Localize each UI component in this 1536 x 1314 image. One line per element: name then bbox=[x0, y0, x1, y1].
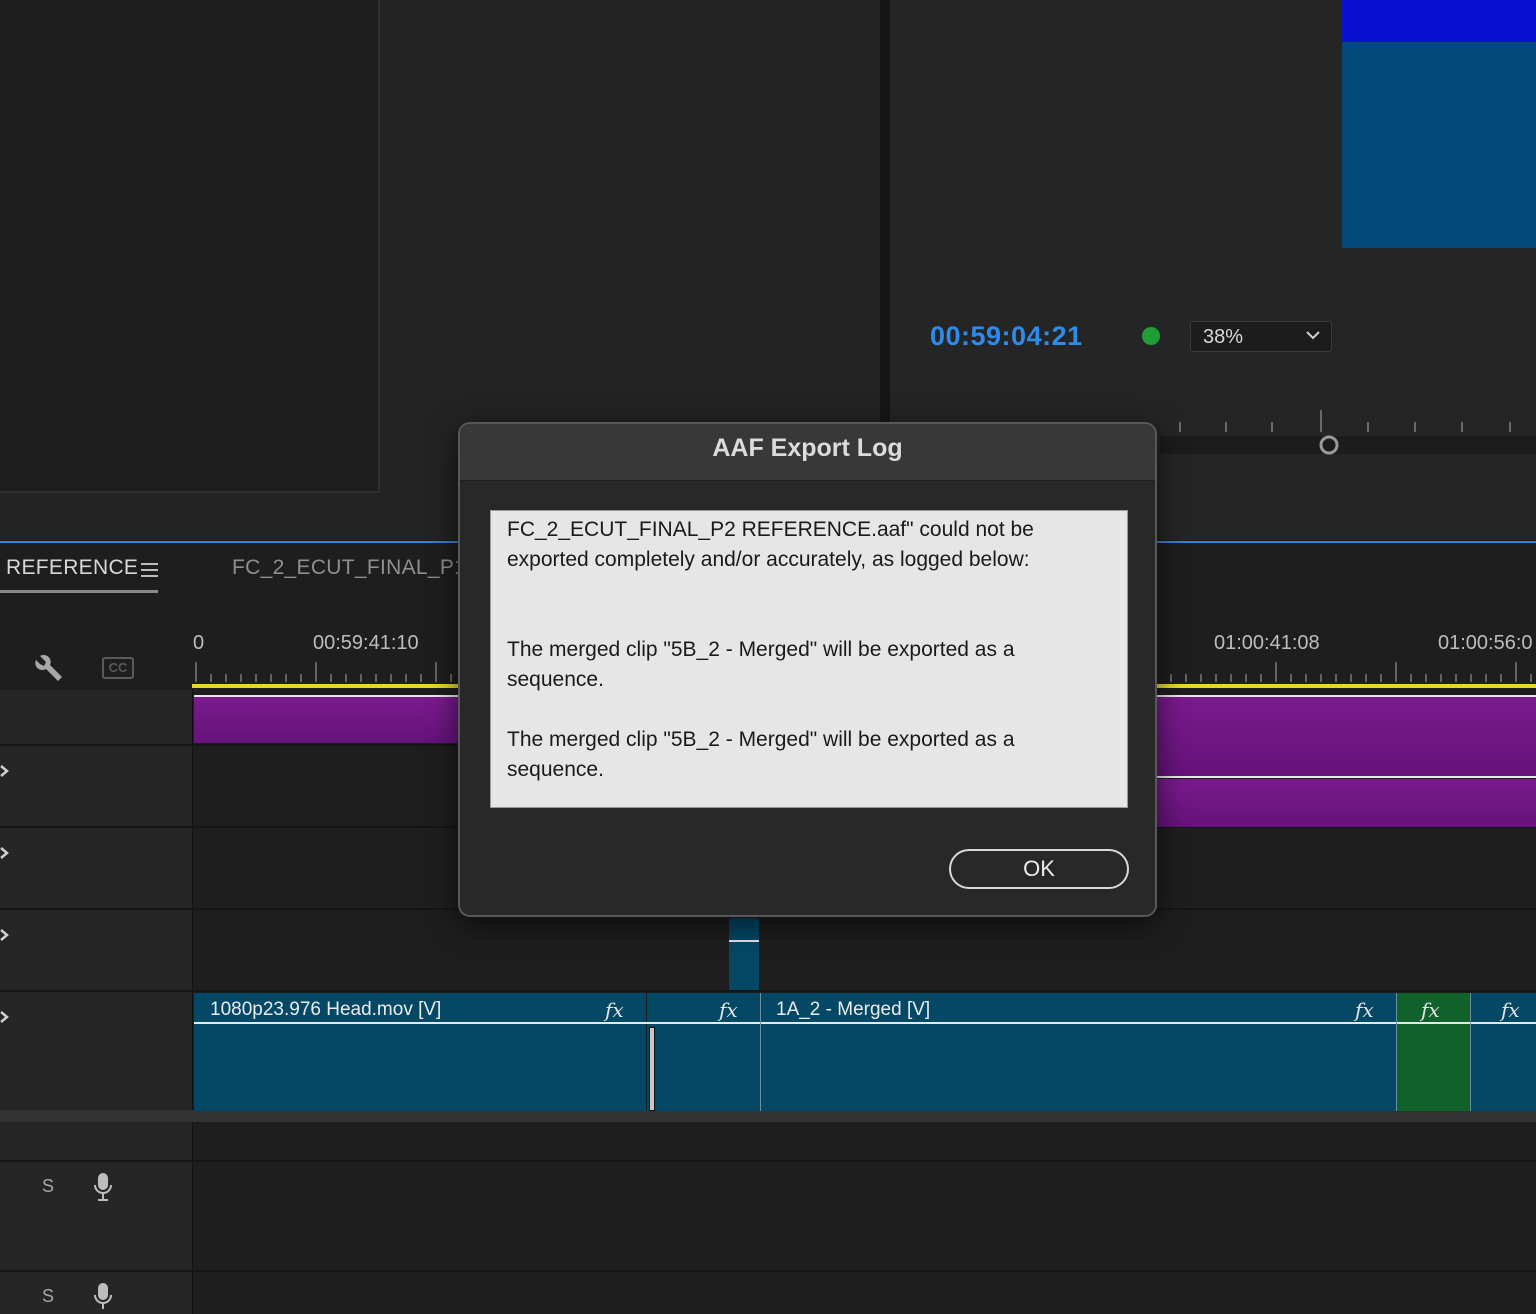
hamburger-menu-icon[interactable] bbox=[141, 562, 158, 578]
solo-track-button[interactable]: S bbox=[42, 1286, 54, 1307]
dialog-title: AAF Export Log bbox=[712, 434, 903, 462]
log-line: exported completely and/or accurately, a… bbox=[507, 548, 1030, 571]
log-line: FC_2_ECUT_FINAL_P2 REFERENCE.aaf" could … bbox=[507, 518, 1034, 541]
expand-arrow-icon[interactable] bbox=[0, 764, 10, 778]
edit-point-marker[interactable] bbox=[649, 1027, 655, 1111]
track-divider bbox=[0, 990, 1536, 992]
fx-badge-icon[interactable]: fx bbox=[719, 998, 738, 1022]
expand-arrow-icon[interactable] bbox=[0, 928, 10, 942]
fx-badge-icon[interactable]: fx bbox=[1501, 998, 1520, 1022]
expand-arrow-icon[interactable] bbox=[0, 1010, 10, 1024]
status-dot-icon bbox=[1142, 327, 1160, 345]
zoom-level-value: 38% bbox=[1203, 326, 1244, 348]
video-clip[interactable]: fx bbox=[1471, 993, 1536, 1111]
source-frame bbox=[0, 0, 380, 493]
audio-clip[interactable] bbox=[1157, 697, 1536, 777]
audio-clip[interactable] bbox=[194, 697, 464, 743]
track-divider bbox=[0, 1160, 1536, 1162]
clip-top-edge bbox=[194, 1022, 1536, 1024]
video-clip[interactable]: 1A_2 - Merged [V] fx bbox=[761, 993, 1396, 1111]
ruler-tick-label: 00:59:41:10 bbox=[313, 632, 419, 654]
fx-badge-icon[interactable]: fx bbox=[1355, 998, 1374, 1022]
video-clip[interactable]: 1080p23.976 Head.mov [V] fx bbox=[194, 993, 646, 1111]
export-log-textarea[interactable]: FC_2_ECUT_FINAL_P2 REFERENCE.aaf" could … bbox=[490, 510, 1128, 808]
playhead-handle-icon bbox=[1319, 435, 1339, 455]
expand-arrow-icon[interactable] bbox=[0, 846, 10, 860]
audio-clip[interactable] bbox=[1157, 779, 1536, 827]
clip-top-edge bbox=[1157, 776, 1536, 778]
ruler-tick-label: 01:00:41:08 bbox=[1214, 632, 1320, 654]
video-clip-small[interactable] bbox=[729, 918, 759, 990]
video-clip[interactable]: fx bbox=[647, 993, 760, 1111]
ok-button[interactable]: OK bbox=[949, 849, 1129, 889]
video-audio-separator[interactable] bbox=[0, 1110, 1536, 1122]
export-log-text: FC_2_ECUT_FINAL_P2 REFERENCE.aaf" could … bbox=[507, 515, 1112, 785]
zoom-level-select[interactable]: 38% bbox=[1190, 321, 1332, 352]
clip-boundary bbox=[1396, 993, 1397, 1111]
closed-captions-icon[interactable]: CC bbox=[102, 657, 134, 679]
aaf-export-log-dialog: AAF Export Log FC_2_ECUT_FINAL_P2 REFERE… bbox=[458, 422, 1157, 917]
ruler-tick-label: 0 bbox=[193, 632, 205, 654]
tab-fc-2-ecut-final-p1[interactable]: FC_2_ECUT_FINAL_P1 bbox=[232, 556, 466, 580]
program-video-frame-top bbox=[1342, 0, 1536, 42]
ruler-tick-label: 01:00:56:0 bbox=[1438, 632, 1533, 654]
log-line: sequence. bbox=[507, 758, 604, 781]
active-tab-underline bbox=[0, 590, 158, 593]
clip-top-edge bbox=[194, 695, 464, 697]
log-line: sequence. bbox=[507, 668, 604, 691]
adjustment-clip[interactable]: fx bbox=[1397, 993, 1470, 1111]
microphone-icon[interactable] bbox=[93, 1172, 113, 1202]
log-line: The merged clip "5B_2 - Merged" will be … bbox=[507, 638, 1015, 661]
wrench-icon[interactable] bbox=[34, 652, 66, 684]
track-divider bbox=[0, 1270, 1536, 1272]
playhead-timecode[interactable]: 00:59:04:21 bbox=[930, 321, 1083, 352]
tab-reference[interactable]: REFERENCE bbox=[6, 556, 138, 580]
program-mini-ruler[interactable] bbox=[1160, 406, 1536, 456]
clip-boundary bbox=[760, 993, 761, 1111]
log-line: The merged clip "5B_2 - Merged" will be … bbox=[507, 728, 1015, 751]
clip-label: 1A_2 - Merged [V] bbox=[776, 999, 931, 1020]
solo-track-button[interactable]: S bbox=[42, 1176, 54, 1197]
program-video-frame bbox=[1342, 42, 1536, 248]
fx-badge-icon[interactable]: fx bbox=[605, 998, 624, 1022]
fx-badge-icon[interactable]: fx bbox=[1421, 998, 1440, 1022]
clip-label: 1080p23.976 Head.mov [V] bbox=[210, 999, 442, 1020]
clip-top-edge bbox=[1157, 695, 1536, 697]
clip-boundary bbox=[1470, 993, 1471, 1111]
chevron-down-icon bbox=[1306, 331, 1320, 340]
microphone-icon[interactable] bbox=[93, 1282, 113, 1312]
track-headers bbox=[0, 690, 193, 1314]
clip-top-edge bbox=[729, 940, 759, 942]
